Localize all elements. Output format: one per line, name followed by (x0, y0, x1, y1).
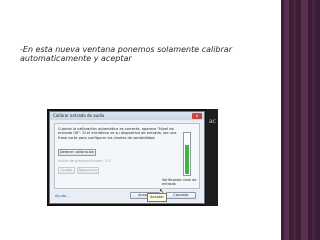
dialog-title: Calibrar entrada de audio (53, 113, 105, 118)
dialog-titlebar: Calibrar entrada de audio x (50, 112, 204, 120)
dialog-panel: Cuando la calibración automática es corr… (54, 123, 200, 189)
input-level-fill (185, 144, 189, 174)
replay-button[interactable]: Reproducir (77, 167, 99, 174)
close-icon[interactable]: x (192, 113, 202, 119)
calibrate-button[interactable]: Detener calibración (58, 149, 96, 156)
embedded-screenshot: ac Calibrar entrada de audio x Cuando la… (47, 109, 218, 206)
band-stripe (284, 0, 289, 240)
calibrate-audio-dialog: Calibrar entrada de audio x Cuando la ca… (49, 111, 205, 204)
screen-edge-text: ac (209, 118, 216, 125)
preamp-index-row: Indice de preamplificador: 3.0 (58, 159, 110, 163)
mouse-cursor-icon: ↖ (159, 188, 165, 195)
preamp-index-value: 3.0 (104, 159, 111, 163)
band-stripe (301, 0, 308, 240)
slide-caption: -En esta nueva ventana ponemos solamente… (20, 45, 232, 63)
help-link[interactable]: Ayuda... (55, 194, 70, 198)
preamp-index-label: Indice de preamplificador: (58, 159, 104, 163)
input-level-label: Verificando nivel de entrada (162, 178, 197, 186)
screen-edge: ac (206, 109, 218, 206)
dialog-description: Cuando la calibración automática es corr… (58, 127, 177, 140)
band-stripe (293, 0, 296, 240)
record-button[interactable]: Grabar (58, 167, 75, 174)
cancel-button[interactable]: Cancelar (166, 192, 196, 199)
band-stripe (312, 0, 315, 240)
slide-side-band (281, 0, 320, 240)
input-level-meter (183, 132, 191, 176)
